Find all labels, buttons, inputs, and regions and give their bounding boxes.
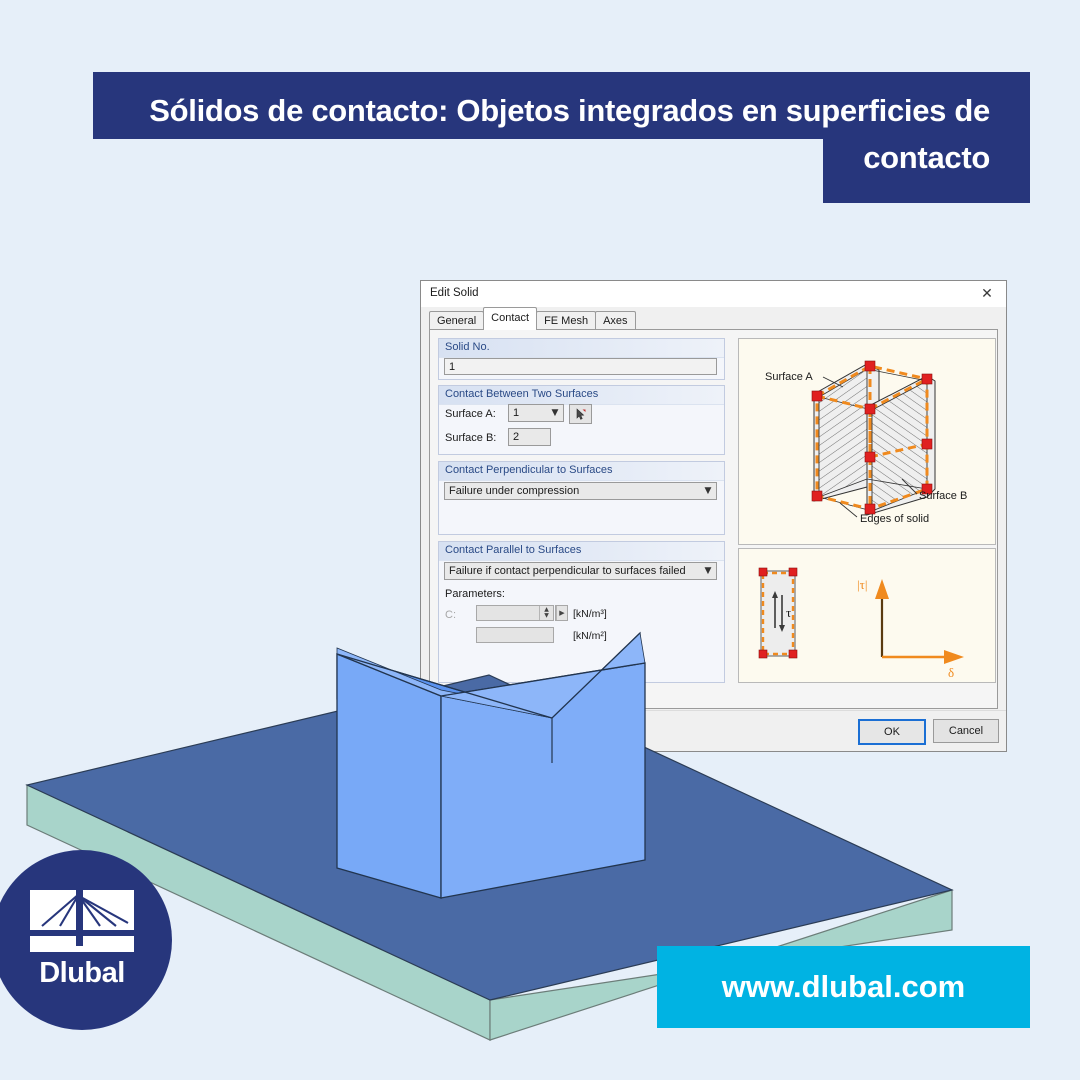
surface-a-select[interactable]: 1 ▼ [508,404,564,422]
diagram-label-edges: Edges of solid [860,513,929,525]
dlubal-logo: Dlubal [0,850,172,1030]
surface-a-value: 1 [513,407,520,419]
contact-parallel-select[interactable]: Failure if contact perpendicular to surf… [444,562,717,580]
close-icon[interactable]: ✕ [974,284,1000,304]
diagram-label-surface-b: Surface B [919,490,967,502]
group-contact-perpendicular-header: Contact Perpendicular to Surfaces [439,462,724,481]
diagram-panel-top: Surface A Surface B Edges of solid [738,338,996,545]
dialog-titlebar: Edit Solid ✕ [421,281,1006,308]
tab-axes[interactable]: Axes [595,311,636,330]
url-banner: www.dlubal.com [657,946,1030,1028]
contact-parallel-value: Failure if contact perpendicular to surf… [449,565,686,577]
logo-wordmark: Dlubal [39,957,125,989]
parameters-label: Parameters: [445,588,505,600]
chevron-down-icon: ▼ [704,566,712,576]
surface-a-pick-button[interactable] [569,404,592,424]
contact-perpendicular-value: Failure under compression [449,485,580,497]
box-left-face [336,653,442,899]
chevron-down-icon: ▼ [704,486,712,496]
slide-canvas: Sólidos de contacto: Objetos integrados … [0,0,1080,1080]
dialog-title: Edit Solid [430,287,479,299]
surface-a-label: Surface A: [445,408,496,420]
diagram-axis-tau: |τ| [857,577,867,592]
page-title: Sólidos de contacto: Objetos integrados … [149,93,990,175]
contact-surfaces-diagram: Surface A Surface B Edges of solid [739,339,993,542]
contact-perpendicular-select[interactable]: Failure under compression ▼ [444,482,717,500]
chevron-down-icon: ▼ [551,408,559,418]
dialog-tabs: General Contact FE Mesh Axes [429,307,636,330]
solid-no-input[interactable]: 1 [444,358,717,375]
url-text: www.dlubal.com [721,969,966,1004]
pick-cursor-icon [576,407,586,420]
group-contact-parallel-header: Contact Parallel to Surfaces [439,542,724,561]
surface-b-input[interactable]: 2 [508,428,551,446]
bridge-logo-icon [30,890,134,952]
group-contact-between-header: Contact Between Two Surfaces [439,386,724,405]
surface-b-label: Surface B: [445,432,497,444]
tab-contact[interactable]: Contact [483,307,538,330]
tab-general[interactable]: General [429,311,485,330]
diagram-label-surface-a: Surface A [765,371,813,383]
group-solid-no-header: Solid No. [439,339,724,358]
tab-fe-mesh[interactable]: FE Mesh [536,311,597,330]
